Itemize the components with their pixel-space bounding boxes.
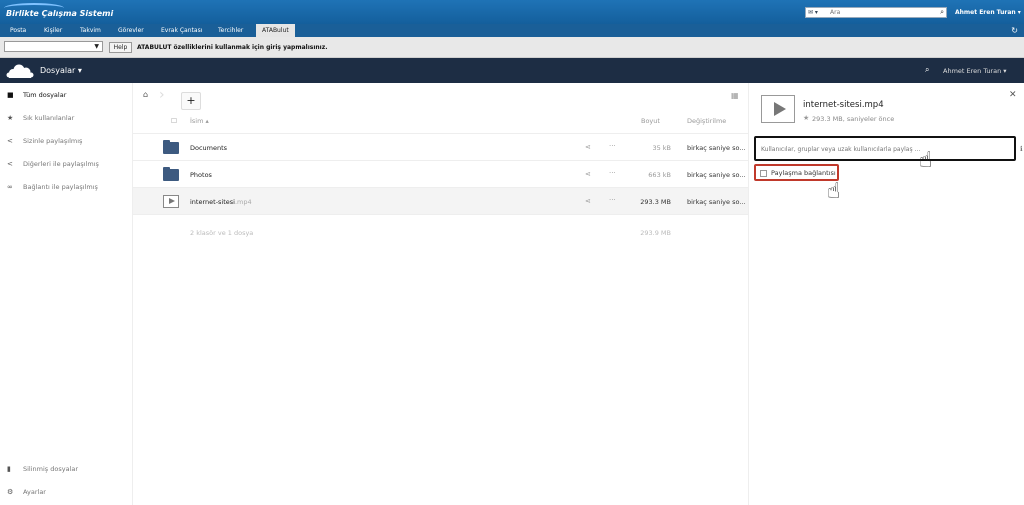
refresh-icon[interactable]: ↻ bbox=[1011, 26, 1018, 35]
user-name: Ahmet Eren Turan bbox=[955, 9, 1016, 16]
breadcrumb-separator: › bbox=[159, 87, 165, 103]
close-icon[interactable]: ✕ bbox=[1009, 90, 1017, 100]
column-header-name-label: İsim bbox=[190, 117, 204, 125]
share-icon: < bbox=[7, 137, 13, 145]
top-bar: Birlikte Çalışma Sistemi ✉ ▾ ⌕ Ahmet Ere… bbox=[0, 0, 1024, 24]
chevron-down-icon: ▼ bbox=[94, 43, 99, 50]
table-row[interactable]: internet-sitesi.mp4 ⋖ ··· 293.3 MB birka… bbox=[133, 188, 748, 215]
home-icon[interactable]: ⌂ bbox=[143, 90, 148, 99]
sidebar-item-label: Sık kullanılanlar bbox=[23, 114, 75, 122]
folder-icon: ■ bbox=[7, 91, 14, 99]
sidebar-item-label: Ayarlar bbox=[23, 488, 46, 496]
file-name[interactable]: Documents bbox=[190, 144, 227, 152]
star-icon[interactable]: ★ bbox=[803, 114, 809, 122]
user-name: Ahmet Eren Turan bbox=[943, 67, 1002, 75]
link-icon: ∞ bbox=[7, 183, 13, 191]
sidebar-item-shared-with-others[interactable]: < Diğerleri ile paylaşılmış bbox=[0, 154, 133, 174]
app-title-menu[interactable]: Dosyalar ▾ bbox=[40, 66, 82, 75]
tab-atabulut[interactable]: ATABulut bbox=[256, 24, 295, 37]
help-button[interactable]: Help bbox=[109, 42, 132, 53]
sub-bar: ▼ Help ATABULUT özelliklerini kullanmak … bbox=[0, 37, 1024, 58]
details-panel: internet-sitesi.mp4 ★ 293.3 MB, saniyele… bbox=[748, 83, 1024, 505]
column-header-name[interactable]: İsim ▴ bbox=[190, 117, 209, 125]
folder-icon bbox=[163, 140, 179, 154]
column-header-size[interactable]: Boyut bbox=[641, 117, 660, 125]
sidebar-item-label: Sizinle paylaşılmış bbox=[23, 137, 83, 145]
module-select[interactable]: ▼ bbox=[4, 41, 103, 52]
add-new-button[interactable]: + bbox=[181, 92, 201, 110]
file-modified: birkaç saniye so... bbox=[687, 198, 746, 206]
share-input-box[interactable] bbox=[754, 136, 1016, 161]
search-icon[interactable]: ⌕ bbox=[940, 8, 944, 17]
info-icon[interactable]: ℹ bbox=[1020, 145, 1023, 153]
file-size: 35 kB bbox=[652, 144, 671, 152]
tab-gorevler[interactable]: Görevler bbox=[112, 24, 150, 37]
sidebar-item-all-files[interactable]: ■ Tüm dosyalar bbox=[0, 85, 133, 105]
gear-icon: ⚙ bbox=[7, 488, 14, 496]
tab-evrak-cantasi[interactable]: Evrak Çantası bbox=[155, 24, 208, 37]
file-modified: birkaç saniye so... bbox=[687, 144, 746, 152]
select-all-checkbox[interactable]: ☐ bbox=[171, 117, 177, 125]
sidebar-item-shared-by-link[interactable]: ∞ Bağlantı ile paylaşılmış bbox=[0, 177, 133, 197]
share-icon[interactable]: ⋖ bbox=[585, 143, 591, 151]
share-icon[interactable]: ⋖ bbox=[585, 170, 591, 178]
file-size: 293.3 MB bbox=[640, 198, 671, 206]
more-icon[interactable]: ··· bbox=[609, 196, 616, 204]
user-menu[interactable]: Ahmet Eren Turan ▾ bbox=[955, 9, 1021, 16]
video-file-icon bbox=[163, 195, 179, 208]
summary-count: 2 klasör ve 1 dosya bbox=[190, 229, 254, 237]
star-icon: ★ bbox=[7, 114, 14, 122]
login-notice: ATABULUT özelliklerini kullanmak için gi… bbox=[137, 44, 328, 51]
sidebar-item-label: Diğerleri ile paylaşılmış bbox=[23, 160, 99, 168]
video-thumbnail-icon bbox=[761, 95, 795, 123]
share-icon[interactable]: ⋖ bbox=[585, 197, 591, 205]
more-icon[interactable]: ··· bbox=[609, 142, 616, 150]
tab-tercihler[interactable]: Tercihler bbox=[212, 24, 249, 37]
file-list: ⌂ › + ▦ ☐ İsim ▴ Boyut Değiştirilme Docu… bbox=[133, 83, 748, 505]
top-search-input[interactable] bbox=[830, 8, 930, 17]
file-extension: .mp4 bbox=[234, 198, 252, 206]
tab-takvim[interactable]: Takvim bbox=[74, 24, 107, 37]
file-modified: birkaç saniye so... bbox=[687, 171, 746, 179]
file-size: 663 kB bbox=[648, 171, 671, 179]
tab-bar: Posta Kişiler Takvim Görevler Evrak Çant… bbox=[0, 24, 1024, 37]
table-row[interactable]: Documents ⋖ ··· 35 kB birkaç saniye so..… bbox=[133, 134, 748, 161]
detail-meta: 293.3 MB, saniyeler önce bbox=[812, 115, 895, 123]
user-menu[interactable]: Ahmet Eren Turan ▾ bbox=[943, 67, 1007, 75]
column-header-modified[interactable]: Değiştirilme bbox=[687, 117, 726, 125]
file-name[interactable]: Photos bbox=[190, 171, 212, 179]
sidebar-item-shared-with-you[interactable]: < Sizinle paylaşılmış bbox=[0, 131, 133, 151]
sidebar-item-favorites[interactable]: ★ Sık kullanılanlar bbox=[0, 108, 133, 128]
sidebar-item-label: Tüm dosyalar bbox=[23, 91, 67, 99]
share-link-label: Paylaşma bağlantısı bbox=[771, 169, 836, 177]
grid-view-icon[interactable]: ▦ bbox=[731, 91, 739, 100]
cloud-logo-icon[interactable] bbox=[6, 64, 34, 78]
pointer-hand-icon: ☝ bbox=[827, 179, 841, 204]
summary-size: 293.9 MB bbox=[640, 229, 671, 237]
trash-icon: ▮ bbox=[7, 465, 11, 473]
sidebar-item-deleted-files[interactable]: ▮ Silinmiş dosyalar bbox=[0, 459, 133, 479]
more-icon[interactable]: ··· bbox=[609, 169, 616, 177]
file-name: internet-sitesi bbox=[190, 198, 235, 206]
share-link-checkbox[interactable] bbox=[760, 170, 767, 177]
table-row[interactable]: Photos ⋖ ··· 663 kB birkaç saniye so... bbox=[133, 161, 748, 188]
tab-kisiler[interactable]: Kişiler bbox=[38, 24, 68, 37]
file-name-group[interactable]: internet-sitesi.mp4 bbox=[190, 198, 252, 206]
logo: Birlikte Çalışma Sistemi bbox=[6, 9, 114, 18]
search-icon[interactable]: ⌕ bbox=[925, 65, 929, 75]
folder-icon bbox=[163, 167, 179, 181]
sidebar-item-settings[interactable]: ⚙ Ayarlar bbox=[0, 482, 133, 502]
share-input[interactable] bbox=[761, 143, 991, 155]
tab-posta[interactable]: Posta bbox=[4, 24, 32, 37]
top-search[interactable]: ✉ ▾ ⌕ bbox=[805, 7, 947, 18]
app-title: Dosyalar bbox=[40, 66, 76, 75]
app-header: Dosyalar ▾ ⌕ Ahmet Eren Turan ▾ bbox=[0, 58, 1024, 83]
sidebar-item-label: Silinmiş dosyalar bbox=[23, 465, 79, 473]
sidebar-item-label: Bağlantı ile paylaşılmış bbox=[23, 183, 98, 191]
share-icon: < bbox=[7, 160, 13, 168]
detail-filename: internet-sitesi.mp4 bbox=[803, 100, 884, 110]
sidebar: ■ Tüm dosyalar ★ Sık kullanılanlar < Siz… bbox=[0, 83, 133, 505]
mail-search-type-select[interactable]: ✉ ▾ bbox=[808, 9, 818, 16]
pointer-hand-icon: ☝ bbox=[919, 148, 933, 173]
